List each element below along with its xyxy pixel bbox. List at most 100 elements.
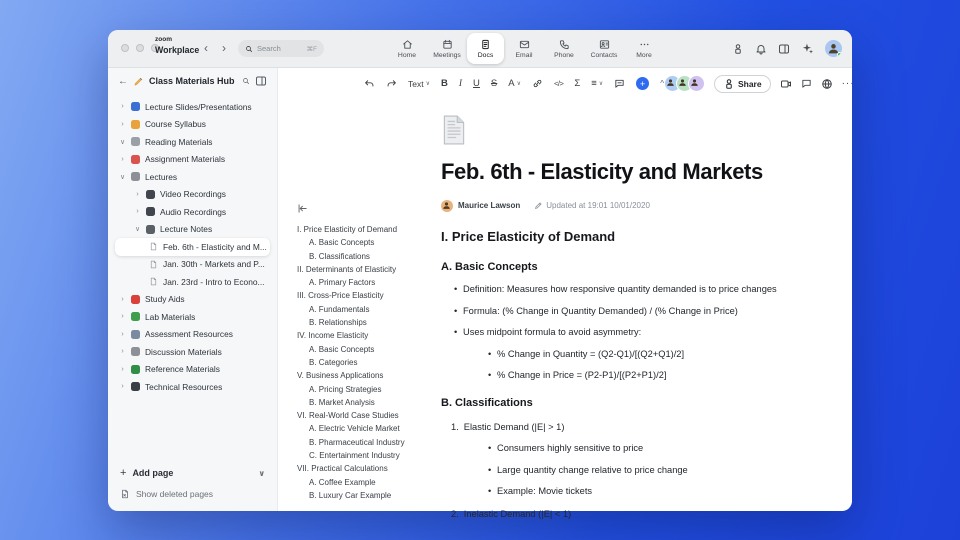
- document-body[interactable]: Feb. 6th - Elasticity and Markets Mauric…: [435, 97, 852, 519]
- tree-item[interactable]: › Lecture Slides/Presentations: [115, 98, 270, 116]
- chevron-right-icon[interactable]: ›: [119, 331, 126, 338]
- bullet-item[interactable]: Consumers highly sensitive to price: [441, 443, 828, 453]
- tree-item[interactable]: ∨ Reading Materials: [115, 133, 270, 151]
- outline-item[interactable]: B. Categories: [297, 356, 435, 369]
- video-camera-icon[interactable]: [780, 78, 792, 90]
- tab-phone[interactable]: Phone: [544, 32, 584, 66]
- tree-item[interactable]: › Reference Materials: [115, 361, 270, 379]
- chevron-down-icon[interactable]: ∨: [134, 225, 141, 233]
- search-input[interactable]: [257, 44, 303, 53]
- chevron-right-icon[interactable]: ›: [119, 366, 126, 373]
- user-avatar[interactable]: [825, 40, 842, 57]
- outline-item[interactable]: A. Coffee Example: [297, 476, 435, 489]
- outline-item[interactable]: II. Determinants of Elasticity: [297, 263, 435, 276]
- tab-contacts[interactable]: Contacts: [584, 32, 624, 66]
- tab-docs[interactable]: Docs: [467, 33, 504, 64]
- formula-button[interactable]: Σ: [574, 78, 580, 89]
- close-window-button[interactable]: [121, 44, 129, 52]
- bullet-item[interactable]: Example: Movie tickets: [441, 486, 828, 496]
- lock-icon[interactable]: [732, 43, 744, 55]
- sidebar-panel-icon[interactable]: [255, 75, 267, 87]
- chevron-right-icon[interactable]: ›: [119, 103, 126, 110]
- tree-item[interactable]: ∨ Lectures: [115, 168, 270, 186]
- strikethrough-button[interactable]: S: [491, 78, 497, 89]
- globe-icon[interactable]: [821, 78, 833, 90]
- outline-item[interactable]: A. Fundamentals: [297, 303, 435, 316]
- outline-item[interactable]: A. Electric Vehicle Market: [297, 422, 435, 435]
- tree-item[interactable]: › Audio Recordings: [115, 203, 270, 221]
- outline-item[interactable]: B. Classifications: [297, 250, 435, 263]
- chat-icon[interactable]: [801, 78, 812, 89]
- chevron-right-icon[interactable]: ›: [134, 208, 141, 215]
- bell-icon[interactable]: [755, 43, 767, 55]
- chevron-right-icon[interactable]: ›: [119, 296, 126, 303]
- bullet-item[interactable]: Definition: Measures how responsive quan…: [441, 284, 828, 294]
- chevron-down-icon[interactable]: ∨: [259, 469, 266, 478]
- tab-meetings[interactable]: Meetings: [427, 32, 467, 66]
- chevron-right-icon[interactable]: ›: [119, 383, 126, 390]
- show-deleted-pages-button[interactable]: Show deleted pages: [120, 489, 265, 499]
- outline-item[interactable]: A. Primary Factors: [297, 276, 435, 289]
- underline-button[interactable]: U: [473, 78, 480, 89]
- outline-item[interactable]: B. Pharmaceutical Industry: [297, 436, 435, 449]
- text-color-button[interactable]: A ∨: [508, 78, 521, 89]
- subsection-heading[interactable]: B. Classifications: [441, 397, 828, 409]
- bullet-item[interactable]: % Change in Price = (P2-P1)/[(P2+P1)/2]: [441, 370, 828, 380]
- bold-button[interactable]: B: [441, 78, 448, 89]
- outline-item[interactable]: A. Pricing Strategies: [297, 383, 435, 396]
- tree-item[interactable]: › Course Syllabus: [115, 116, 270, 134]
- tree-item[interactable]: › Assignment Materials: [115, 151, 270, 169]
- minimize-window-button[interactable]: [136, 44, 144, 52]
- collaborator-avatar[interactable]: [687, 75, 705, 92]
- tree-item[interactable]: › Technical Resources: [115, 378, 270, 396]
- undo-button[interactable]: [364, 78, 375, 89]
- page-item[interactable]: Jan. 23rd - Intro to Econo...: [115, 273, 270, 291]
- outline-item[interactable]: A. Basic Concepts: [297, 343, 435, 356]
- share-button[interactable]: Share: [713, 74, 771, 93]
- chevron-right-icon[interactable]: ›: [119, 313, 126, 320]
- outline-item[interactable]: B. Relationships: [297, 316, 435, 329]
- page-item[interactable]: Feb. 6th - Elasticity and M...: [115, 238, 270, 256]
- bullet-item[interactable]: Large quantity change relative to price …: [441, 465, 828, 475]
- chevron-right-icon[interactable]: ›: [119, 156, 126, 163]
- add-page-button[interactable]: + Add page ∨: [120, 467, 265, 479]
- chevron-right-icon[interactable]: ›: [119, 348, 126, 355]
- section-heading[interactable]: I. Price Elasticity of Demand: [441, 229, 828, 244]
- global-search[interactable]: ⌘F: [238, 40, 324, 57]
- chevron-down-icon[interactable]: ∨: [119, 138, 126, 146]
- outline-item[interactable]: IV. Income Elasticity: [297, 329, 435, 342]
- tab-email[interactable]: Email: [504, 32, 544, 66]
- document-title[interactable]: Feb. 6th - Elasticity and Markets: [441, 159, 828, 185]
- tab-home[interactable]: Home: [387, 32, 427, 66]
- sidebar-back-button[interactable]: ←: [118, 76, 128, 87]
- sidebar-search-icon[interactable]: [242, 77, 250, 85]
- chevron-right-icon[interactable]: ›: [119, 121, 126, 128]
- outline-item[interactable]: VII. Practical Calculations: [297, 462, 435, 475]
- outline-item[interactable]: C. Entertainment Industry: [297, 449, 435, 462]
- outline-item[interactable]: III. Cross-Price Elasticity: [297, 289, 435, 302]
- back-button[interactable]: ‹: [204, 39, 208, 57]
- link-button[interactable]: [532, 78, 543, 89]
- chevron-right-icon[interactable]: ›: [134, 191, 141, 198]
- ai-add-button[interactable]: +: [636, 77, 650, 90]
- redo-button[interactable]: [386, 78, 397, 89]
- comment-button[interactable]: [614, 78, 625, 89]
- align-button[interactable]: ≡ ∨: [591, 78, 603, 89]
- bullet-item[interactable]: Uses midpoint formula to avoid asymmetry…: [441, 327, 828, 337]
- forward-button[interactable]: ›: [222, 39, 226, 57]
- outline-item[interactable]: VI. Real-World Case Studies: [297, 409, 435, 422]
- outline-item[interactable]: I. Price Elasticity of Demand: [297, 223, 435, 236]
- numbered-item[interactable]: 1. Elastic Demand (|E| > 1): [441, 422, 828, 432]
- ai-companion-icon[interactable]: [801, 42, 814, 55]
- code-button[interactable]: </>: [554, 79, 564, 88]
- outline-item[interactable]: B. Luxury Car Example: [297, 489, 435, 502]
- tab-more[interactable]: More: [624, 32, 664, 66]
- italic-button[interactable]: I: [459, 79, 462, 89]
- text-style-button[interactable]: Text ∨: [408, 79, 430, 89]
- outline-item[interactable]: B. Market Analysis: [297, 396, 435, 409]
- tree-item[interactable]: › Study Aids: [115, 291, 270, 309]
- outline-item[interactable]: V. Business Applications: [297, 369, 435, 382]
- panel-icon[interactable]: [778, 43, 790, 55]
- numbered-item[interactable]: 2. Inelastic Demand (|E| < 1): [441, 509, 828, 519]
- tree-item[interactable]: › Discussion Materials: [115, 343, 270, 361]
